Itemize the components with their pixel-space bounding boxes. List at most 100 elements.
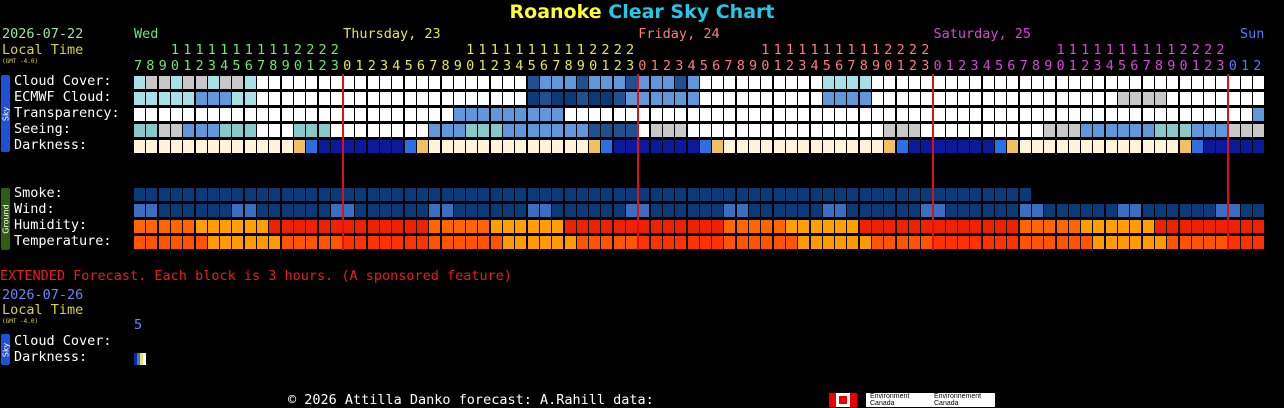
- temperature-block[interactable]: [220, 236, 232, 249]
- cloud-cover-block[interactable]: [835, 76, 847, 89]
- ecmwf-cloud-block[interactable]: [1204, 92, 1216, 105]
- darkness-block[interactable]: [416, 140, 428, 153]
- wind-block[interactable]: [1253, 204, 1265, 217]
- temperature-block[interactable]: [269, 236, 281, 249]
- darkness-block[interactable]: [1179, 140, 1191, 153]
- smoke-block[interactable]: [638, 188, 650, 201]
- transparency-block[interactable]: [158, 108, 170, 121]
- temperature-block[interactable]: [613, 236, 625, 249]
- seeing-block[interactable]: [650, 124, 662, 137]
- wind-block[interactable]: [761, 204, 773, 217]
- seeing-block[interactable]: [195, 124, 207, 137]
- humidity-block[interactable]: [355, 220, 367, 233]
- humidity-block[interactable]: [257, 220, 268, 233]
- cloud-cover-block[interactable]: [453, 76, 465, 89]
- darkness-block[interactable]: [1056, 140, 1068, 153]
- cloud-cover-block[interactable]: [281, 76, 293, 89]
- seeing-block[interactable]: [687, 124, 699, 137]
- humidity-block[interactable]: [675, 220, 687, 233]
- transparency-block[interactable]: [1191, 108, 1203, 121]
- seeing-block[interactable]: [810, 124, 822, 137]
- wind-block[interactable]: [712, 204, 724, 217]
- transparency-block[interactable]: [392, 108, 404, 121]
- smoke-block[interactable]: [810, 188, 822, 201]
- cloud-cover-block[interactable]: [687, 76, 699, 89]
- temperature-block[interactable]: [318, 236, 330, 249]
- humidity-block[interactable]: [687, 220, 699, 233]
- ecmwf-cloud-block[interactable]: [1142, 92, 1154, 105]
- wind-block[interactable]: [1081, 204, 1093, 217]
- smoke-block[interactable]: [416, 188, 428, 201]
- darkness-block[interactable]: [921, 140, 933, 153]
- wind-block[interactable]: [1191, 204, 1203, 217]
- wind-block[interactable]: [355, 204, 367, 217]
- seeing-block[interactable]: [675, 124, 687, 137]
- smoke-block[interactable]: [257, 188, 268, 201]
- seeing-block[interactable]: [1179, 124, 1191, 137]
- cloud-cover-block[interactable]: [970, 76, 982, 89]
- transparency-block[interactable]: [515, 108, 527, 121]
- cloud-cover-block[interactable]: [699, 76, 711, 89]
- wind-block[interactable]: [404, 204, 416, 217]
- seeing-block[interactable]: [1068, 124, 1080, 137]
- seeing-block[interactable]: [773, 124, 785, 137]
- wind-block[interactable]: [1130, 204, 1142, 217]
- wind-block[interactable]: [724, 204, 736, 217]
- seeing-block[interactable]: [822, 124, 834, 137]
- wind-block[interactable]: [699, 204, 711, 217]
- transparency-block[interactable]: [1253, 108, 1265, 121]
- transparency-block[interactable]: [490, 108, 502, 121]
- seeing-block[interactable]: [933, 124, 945, 137]
- temperature-block[interactable]: [650, 236, 662, 249]
- transparency-block[interactable]: [416, 108, 428, 121]
- humidity-block[interactable]: [134, 220, 145, 233]
- darkness-block[interactable]: [1241, 140, 1252, 153]
- darkness-block[interactable]: [1130, 140, 1142, 153]
- smoke-block[interactable]: [539, 188, 551, 201]
- humidity-block[interactable]: [466, 220, 478, 233]
- transparency-block[interactable]: [601, 108, 613, 121]
- temperature-block[interactable]: [1253, 236, 1265, 249]
- transparency-block[interactable]: [429, 108, 441, 121]
- darkness-block[interactable]: [146, 140, 158, 153]
- transparency-block[interactable]: [281, 108, 293, 121]
- smoke-block[interactable]: [343, 188, 355, 201]
- seeing-block[interactable]: [318, 124, 330, 137]
- seeing-block[interactable]: [269, 124, 281, 137]
- humidity-block[interactable]: [859, 220, 871, 233]
- ecmwf-cloud-block[interactable]: [207, 92, 219, 105]
- seeing-block[interactable]: [527, 124, 539, 137]
- transparency-block[interactable]: [1130, 108, 1142, 121]
- transparency-block[interactable]: [662, 108, 674, 121]
- ecmwf-cloud-block[interactable]: [908, 92, 920, 105]
- ecmwf-cloud-block[interactable]: [441, 92, 453, 105]
- seeing-block[interactable]: [884, 124, 896, 137]
- ecmwf-cloud-block[interactable]: [1216, 92, 1228, 105]
- seeing-block[interactable]: [380, 124, 391, 137]
- humidity-block[interactable]: [908, 220, 920, 233]
- transparency-block[interactable]: [712, 108, 724, 121]
- cloud-cover-block[interactable]: [650, 76, 662, 89]
- seeing-block[interactable]: [232, 124, 244, 137]
- wind-block[interactable]: [1167, 204, 1179, 217]
- cloud-cover-block[interactable]: [1179, 76, 1191, 89]
- humidity-block[interactable]: [1093, 220, 1105, 233]
- seeing-block[interactable]: [306, 124, 318, 137]
- seeing-block[interactable]: [896, 124, 908, 137]
- wind-block[interactable]: [626, 204, 637, 217]
- temperature-block[interactable]: [773, 236, 785, 249]
- darkness-block[interactable]: [1031, 140, 1043, 153]
- wind-block[interactable]: [576, 204, 588, 217]
- cloud-cover-block[interactable]: [1204, 76, 1216, 89]
- wind-block[interactable]: [589, 204, 601, 217]
- ecmwf-cloud-block[interactable]: [244, 92, 256, 105]
- humidity-block[interactable]: [1204, 220, 1216, 233]
- humidity-block[interactable]: [1167, 220, 1179, 233]
- cloud-cover-block[interactable]: [478, 76, 490, 89]
- darkness-block[interactable]: [638, 140, 650, 153]
- darkness-block[interactable]: [995, 140, 1006, 153]
- humidity-block[interactable]: [158, 220, 170, 233]
- temperature-block[interactable]: [589, 236, 601, 249]
- cloud-cover-block[interactable]: [134, 76, 145, 89]
- seeing-block[interactable]: [712, 124, 724, 137]
